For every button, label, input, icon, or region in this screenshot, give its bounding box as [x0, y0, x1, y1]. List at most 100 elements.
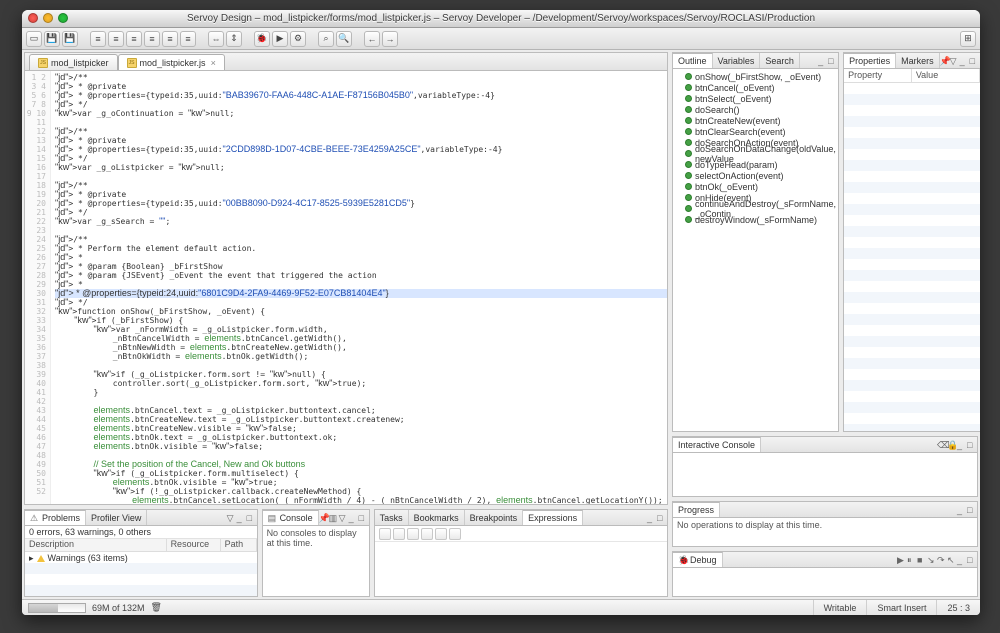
- column-header[interactable]: Path: [221, 539, 257, 551]
- view-menu-icon[interactable]: ▽: [339, 513, 349, 523]
- align-bottom-button[interactable]: ≡: [180, 31, 196, 47]
- outline-item[interactable]: doSearchOnDataChange(oldValue, newValue: [675, 148, 836, 159]
- minimize-icon[interactable]: _: [957, 440, 967, 450]
- outline-item[interactable]: destroyWindow(_sFormName): [675, 214, 836, 225]
- heap-status[interactable]: 69M of 132M 🗑: [22, 602, 168, 613]
- editor-tab[interactable]: mod_listpicker: [29, 54, 118, 70]
- step-into-icon[interactable]: ↘: [927, 555, 937, 565]
- terminate-icon[interactable]: ■: [917, 555, 927, 565]
- same-width-button[interactable]: ⇔: [208, 31, 224, 47]
- align-center-button[interactable]: ≡: [108, 31, 124, 47]
- tab-console[interactable]: ▤Console: [263, 510, 319, 525]
- maximize-icon[interactable]: □: [247, 513, 257, 523]
- minimize-icon[interactable]: _: [818, 56, 828, 66]
- collapse-all-button[interactable]: [407, 528, 419, 540]
- step-return-icon[interactable]: ↖: [947, 555, 957, 565]
- outline-item[interactable]: btnCreateNew(event): [675, 115, 836, 126]
- method-icon: [685, 139, 692, 146]
- interactive-console-body[interactable]: [673, 453, 977, 496]
- tab-label: Properties: [849, 56, 890, 66]
- maximize-icon[interactable]: □: [359, 513, 369, 523]
- step-over-icon[interactable]: ↷: [937, 555, 947, 565]
- external-tools-button[interactable]: ⚙: [290, 31, 306, 47]
- tab-properties[interactable]: Properties: [844, 53, 896, 68]
- maximize-icon[interactable]: □: [657, 513, 667, 523]
- outline-item[interactable]: btnClearSearch(event): [675, 126, 836, 137]
- pin-icon[interactable]: 📌: [940, 56, 950, 66]
- column-header[interactable]: Property: [844, 69, 912, 82]
- perspective-button[interactable]: ⊞: [960, 31, 976, 47]
- save-all-button[interactable]: 💾: [62, 31, 78, 47]
- close-icon[interactable]: [28, 13, 38, 23]
- new-button[interactable]: ▭: [26, 31, 42, 47]
- tab-outline[interactable]: Outline: [673, 53, 713, 68]
- tab-problems[interactable]: ⚠Problems: [25, 510, 86, 525]
- align-top-button[interactable]: ≡: [144, 31, 160, 47]
- align-middle-button[interactable]: ≡: [162, 31, 178, 47]
- pin-icon[interactable]: 📌: [319, 513, 329, 523]
- minimize-icon[interactable]: _: [957, 555, 967, 565]
- minimize-icon[interactable]: _: [647, 513, 657, 523]
- outline-item[interactable]: onShow(_bFirstShow, _oEvent): [675, 71, 836, 82]
- tab-bookmarks[interactable]: Bookmarks: [409, 510, 465, 525]
- tab-progress[interactable]: Progress: [673, 502, 720, 517]
- minimize-icon[interactable]: _: [237, 513, 247, 523]
- view-menu-icon[interactable]: ▽: [950, 56, 960, 66]
- display-icon[interactable]: ▥: [329, 513, 339, 523]
- editor-tab[interactable]: mod_listpicker.js ×: [118, 54, 225, 70]
- open-type-button[interactable]: ⌕: [318, 31, 334, 47]
- forward-button[interactable]: →: [382, 31, 398, 47]
- tab-tasks[interactable]: Tasks: [375, 510, 409, 525]
- remove-button[interactable]: [435, 528, 447, 540]
- outline-item[interactable]: continueAndDestroy(_sFormName, _oContin: [675, 203, 836, 214]
- maximize-icon[interactable]: □: [828, 56, 838, 66]
- outline-item[interactable]: doSearch(): [675, 104, 836, 115]
- view-menu-icon[interactable]: ▽: [227, 513, 237, 523]
- tab-profiler[interactable]: Profiler View: [86, 510, 147, 525]
- minimize-icon[interactable]: _: [960, 56, 970, 66]
- tab-interactive-console[interactable]: Interactive Console: [673, 437, 761, 452]
- tab-breakpoints[interactable]: Breakpoints: [465, 510, 524, 525]
- tab-markers[interactable]: Markers: [896, 53, 940, 68]
- minimize-icon[interactable]: [43, 13, 53, 23]
- save-button[interactable]: 💾: [44, 31, 60, 47]
- show-logical-button[interactable]: [393, 528, 405, 540]
- resume-icon[interactable]: ▶: [897, 555, 907, 565]
- outline-item[interactable]: btnOk(_oEvent): [675, 181, 836, 192]
- minimize-icon[interactable]: _: [349, 513, 359, 523]
- code-area[interactable]: "jd">/** "jd"> * @private "jd"> * @prope…: [51, 71, 667, 504]
- clear-icon[interactable]: ⌫: [937, 440, 947, 450]
- expand-icon[interactable]: ▸: [29, 553, 34, 564]
- column-header[interactable]: Value: [912, 69, 980, 82]
- column-header[interactable]: Description: [25, 539, 167, 551]
- add-expression-button[interactable]: [421, 528, 433, 540]
- tab-debug[interactable]: 🐞Debug: [673, 552, 723, 567]
- scroll-lock-icon[interactable]: 🔒: [947, 440, 957, 450]
- maximize-icon[interactable]: □: [967, 505, 977, 515]
- tab-variables[interactable]: Variables: [713, 53, 761, 68]
- align-left-button[interactable]: ≡: [90, 31, 106, 47]
- outline-item[interactable]: btnCancel(_oEvent): [675, 82, 836, 93]
- tab-expressions[interactable]: Expressions: [523, 510, 583, 525]
- show-type-names-button[interactable]: [379, 528, 391, 540]
- suspend-icon[interactable]: ⏸: [907, 555, 917, 565]
- tab-search[interactable]: Search: [760, 53, 800, 68]
- remove-all-button[interactable]: [449, 528, 461, 540]
- close-icon[interactable]: ×: [211, 58, 216, 68]
- zoom-icon[interactable]: [58, 13, 68, 23]
- search-button[interactable]: 🔍: [336, 31, 352, 47]
- problems-row[interactable]: ▸ Warnings (63 items): [25, 552, 257, 564]
- maximize-icon[interactable]: □: [967, 440, 977, 450]
- column-header[interactable]: Resource: [167, 539, 221, 551]
- back-button[interactable]: ←: [364, 31, 380, 47]
- align-right-button[interactable]: ≡: [126, 31, 142, 47]
- run-button[interactable]: ▶: [272, 31, 288, 47]
- gc-icon[interactable]: 🗑: [151, 602, 162, 613]
- maximize-icon[interactable]: □: [970, 56, 980, 66]
- maximize-icon[interactable]: □: [967, 555, 977, 565]
- debug-button[interactable]: 🐞: [254, 31, 270, 47]
- outline-item[interactable]: btnSelect(_oEvent): [675, 93, 836, 104]
- same-height-button[interactable]: ⇕: [226, 31, 242, 47]
- outline-item[interactable]: selectOnAction(event): [675, 170, 836, 181]
- minimize-icon[interactable]: _: [957, 505, 967, 515]
